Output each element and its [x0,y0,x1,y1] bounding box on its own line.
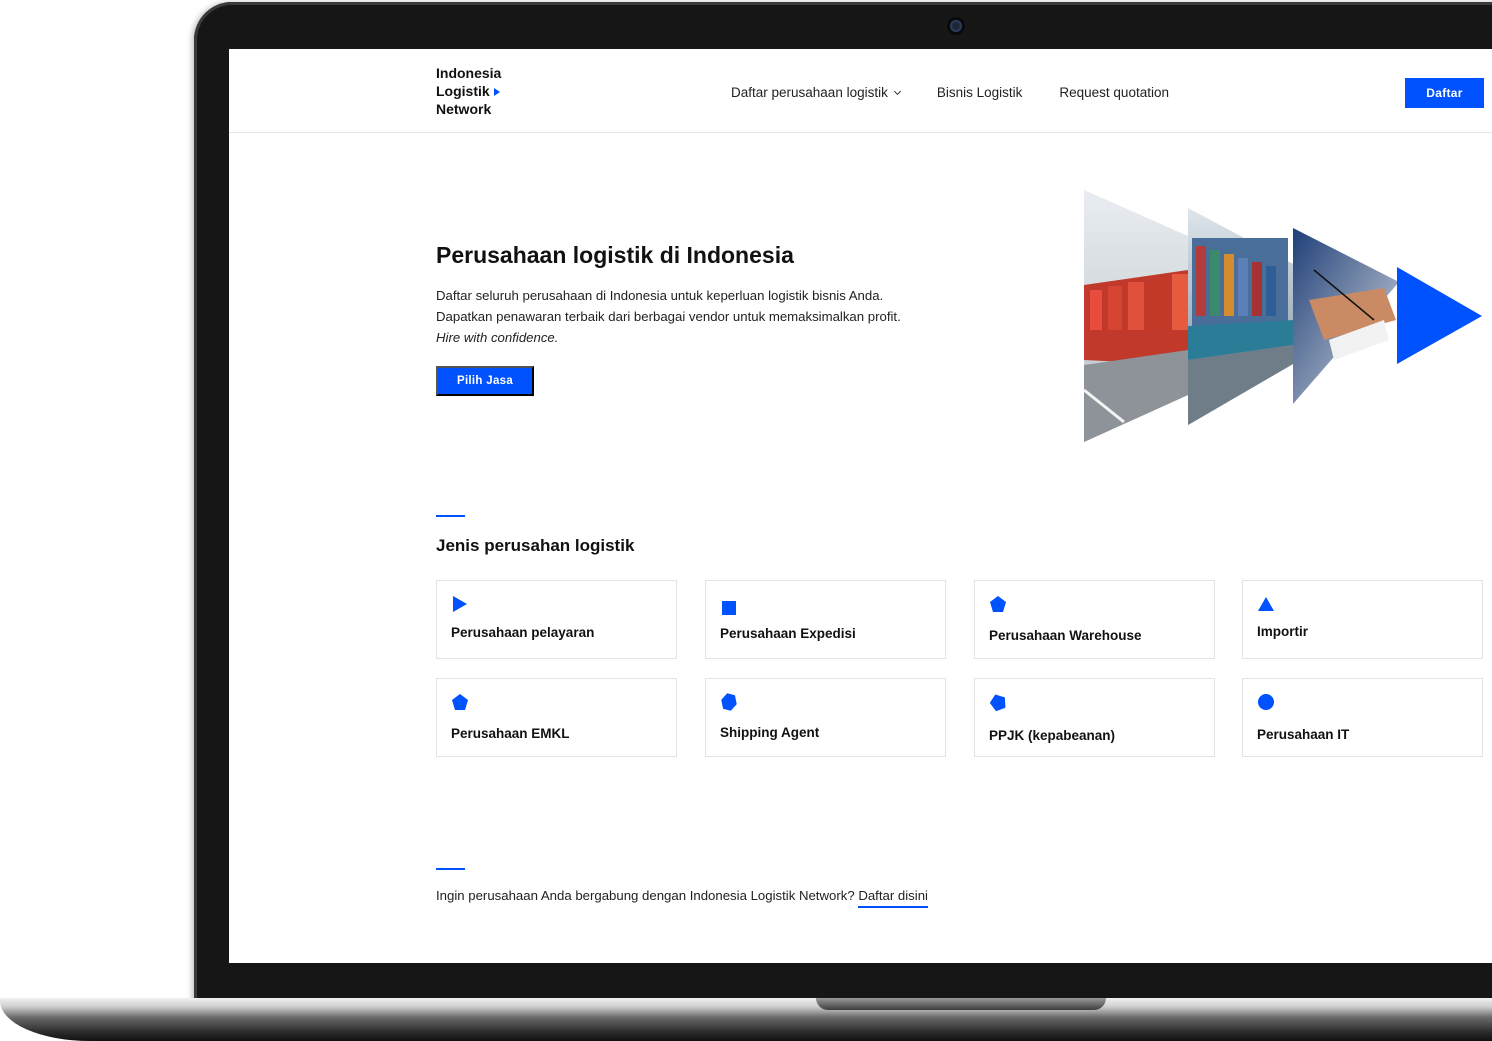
hero-description: Daftar seluruh perusahaan di Indonesia u… [436,285,901,348]
nav-item-label: Request quotation [1059,85,1169,100]
browser-viewport: Indonesia Logistik Network Daftar perusa… [229,49,1492,963]
hexagon-icon [721,693,737,711]
category-card-shipping-agent[interactable]: Shipping Agent [705,678,946,757]
document-signing-image [1293,228,1399,404]
tilted-pentagon-icon [989,694,1006,711]
logo-line-1: Indonesia [436,65,502,81]
category-label: Perusahaan Warehouse [989,628,1142,643]
category-card-ppjk[interactable]: PPJK (kepabeanan) [974,678,1215,757]
category-card-emkl[interactable]: Perusahaan EMKL [436,678,677,757]
daftar-button[interactable]: Daftar [1405,78,1484,108]
site-header: Indonesia Logistik Network Daftar perusa… [229,49,1492,133]
play-arrow-icon [1397,267,1482,364]
category-label: Perusahaan EMKL [451,726,570,741]
site-logo[interactable]: Indonesia Logistik Network [436,64,501,118]
hero-line-2: Dapatkan penawaran terbaik dari berbagai… [436,309,901,324]
category-label: Perusahaan Expedisi [720,626,856,641]
category-card-it[interactable]: Perusahaan IT [1242,678,1483,757]
play-triangle-icon [453,596,467,612]
hero-tagline: Hire with confidence. [436,330,559,345]
section-accent-line [436,515,465,517]
category-card-expedisi[interactable]: Perusahaan Expedisi [705,580,946,659]
circle-icon [1258,694,1274,710]
daftar-disini-link[interactable]: Daftar disini [858,888,928,908]
category-card-importir[interactable]: Importir [1242,580,1483,659]
section-title: Jenis perusahan logistik [436,536,635,555]
nav-item-label: Daftar perusahaan logistik [731,85,888,100]
nav-item-bisnis-logistik[interactable]: Bisnis Logistik [937,85,1023,100]
logo-line-3: Network [436,101,492,117]
laptop-notch [816,998,1106,1010]
pentagon-icon [990,596,1006,612]
category-label: Shipping Agent [720,725,820,740]
chevron-down-icon [893,87,901,95]
main-nav: Daftar perusahaan logistik Bisnis Logist… [731,85,1206,100]
logo-line-2: Logistik [436,82,501,100]
category-label: Importir [1257,624,1309,639]
webcam-icon [947,17,965,35]
pilih-jasa-button[interactable]: Pilih Jasa [436,366,534,396]
hero-line-1: Daftar seluruh perusahaan di Indonesia u… [436,288,884,303]
laptop-base [0,998,1492,1041]
category-card-warehouse[interactable]: Perusahaan Warehouse [974,580,1215,659]
logo-arrow-icon [493,88,500,97]
nav-item-request-quotation[interactable]: Request quotation [1059,85,1169,100]
category-label: PPJK (kepabeanan) [989,728,1116,743]
container-ship-image [1188,208,1293,425]
triangle-icon [1258,597,1274,611]
nav-item-label: Bisnis Logistik [936,85,1023,100]
trucks-image [1084,190,1188,442]
footer-accent-line [436,868,465,870]
category-label: Perusahaan IT [1257,727,1350,742]
nav-item-daftar-perusahaan[interactable]: Daftar perusahaan logistik [731,85,901,100]
hero-title: Perusahaan logistik di Indonesia [436,242,794,268]
square-icon [722,601,736,615]
join-cta-text: Ingin perusahaan Anda bergabung dengan I… [436,888,928,908]
hero-illustration [1084,190,1482,442]
pentagon-icon [452,694,468,710]
category-label: Perusahaan pelayaran [451,625,595,640]
join-cta-label: Ingin perusahaan Anda bergabung dengan I… [436,888,855,903]
category-card-pelayaran[interactable]: Perusahaan pelayaran [436,580,677,659]
